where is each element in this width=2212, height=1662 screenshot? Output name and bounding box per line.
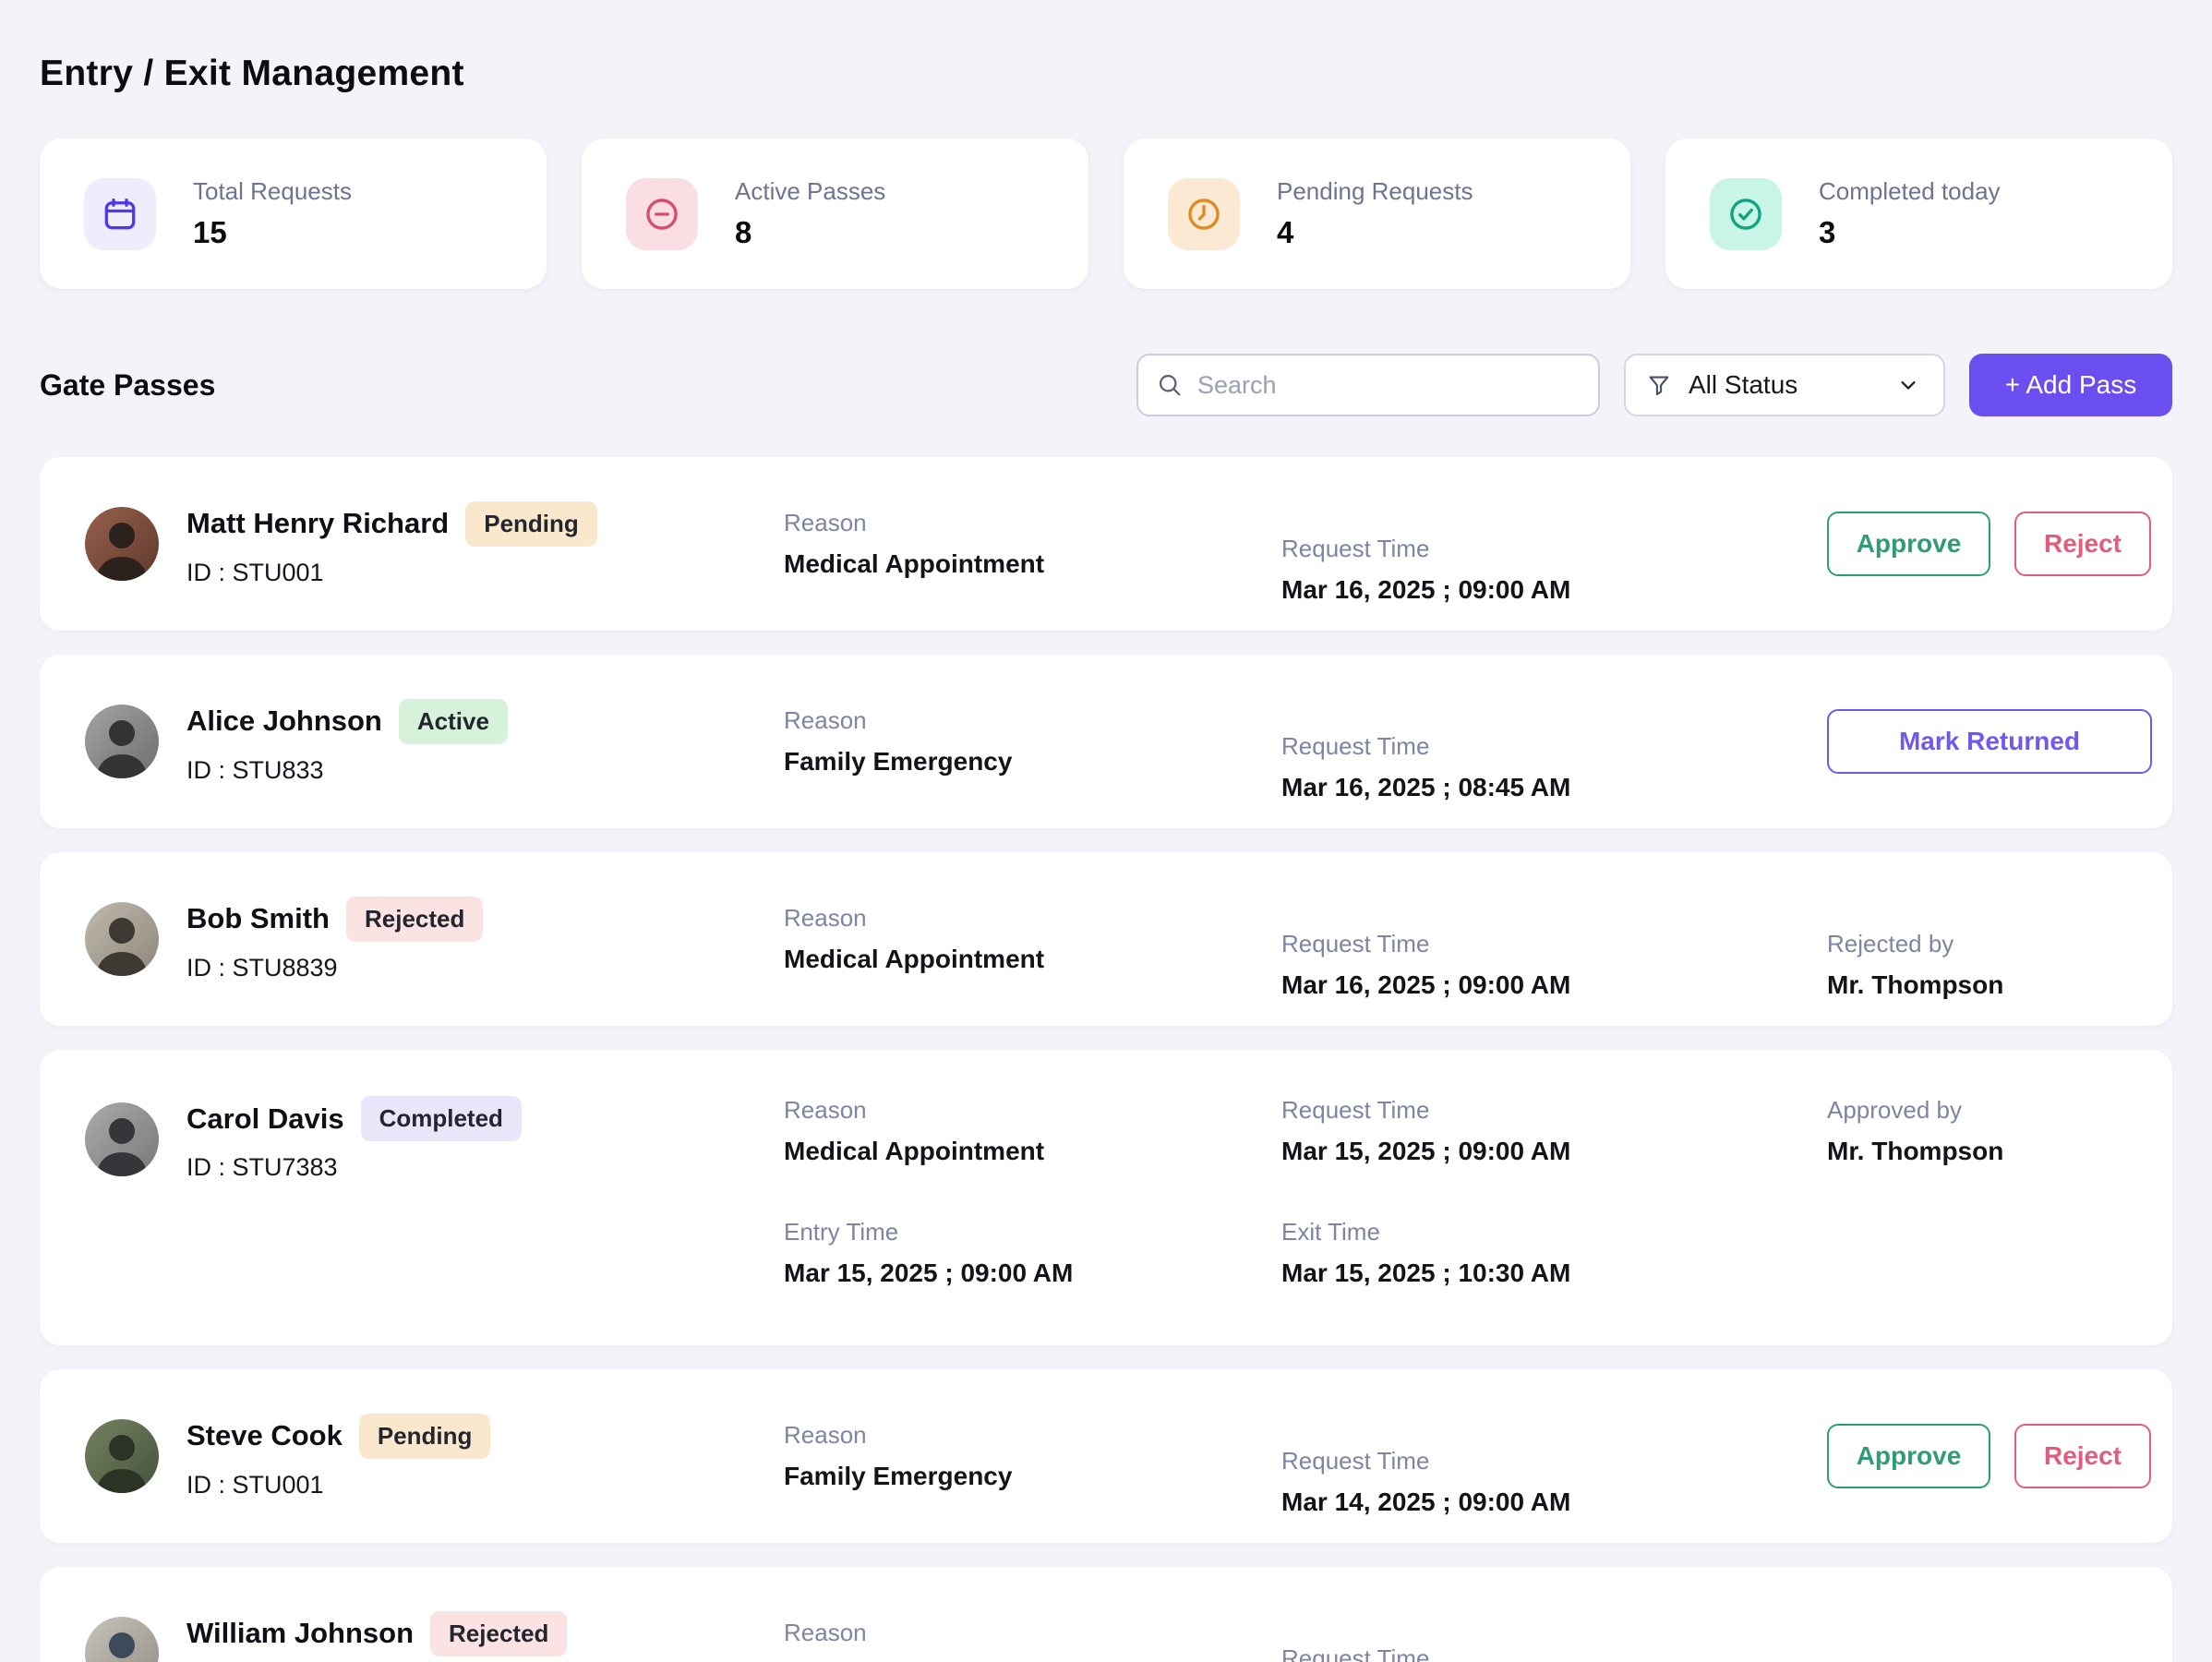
check-circle-icon (1710, 178, 1782, 250)
stat-value: 8 (735, 215, 885, 250)
person-cell: William Johnson Rejected ID : STU536 (85, 1611, 784, 1662)
person-id: ID : STU7383 (186, 1153, 522, 1182)
rejected-by-field: Rejected by Mr. Thompson (1827, 930, 2134, 1000)
gate-pass-row: Alice Johnson Active ID : STU833 Reason … (40, 655, 2172, 828)
stat-card-completed-today: Completed today 3 (1665, 138, 2172, 289)
search-input[interactable] (1136, 354, 1600, 416)
search-box (1136, 354, 1600, 416)
reason-field: Reason Medical Appointment (784, 509, 1281, 579)
person-name: Bob Smith (186, 902, 330, 935)
person-name: Carol Davis (186, 1102, 344, 1136)
person-id: ID : STU8839 (186, 954, 483, 982)
avatar (85, 507, 159, 581)
person-name: Alice Johnson (186, 705, 382, 738)
actions-cell: Approve Reject (1827, 1424, 2151, 1488)
stat-value: 15 (193, 215, 352, 250)
status-badge: Pending (359, 1414, 491, 1459)
avatar (85, 705, 159, 778)
reason-field: Reason Family Emergency (784, 1421, 1281, 1491)
person-cell: Alice Johnson Active ID : STU833 (85, 699, 784, 785)
request-time-field: Request Time Mar 13, 2025 ; 09:00 AM (1281, 1644, 1827, 1662)
filter-icon (1646, 372, 1672, 398)
avatar (85, 902, 159, 976)
person-cell: Bob Smith Rejected ID : STU8839 (85, 897, 784, 982)
person-id: ID : STU001 (186, 1471, 490, 1499)
minus-circle-icon (626, 178, 698, 250)
actions-cell: Approve Reject (1827, 512, 2151, 576)
add-pass-button[interactable]: + Add Pass (1969, 354, 2172, 416)
avatar (85, 1617, 159, 1662)
stat-label: Total Requests (193, 177, 352, 206)
stat-label: Pending Requests (1277, 177, 1473, 206)
gate-pass-row: Steve Cook Pending ID : STU001 Reason Fa… (40, 1369, 2172, 1543)
stat-label: Completed today (1819, 177, 2001, 206)
stat-card-pending-requests: Pending Requests 4 (1124, 138, 1630, 289)
reject-button[interactable]: Reject (2014, 1424, 2151, 1488)
entry-time-field: Entry Time Mar 15, 2025 ; 09:00 AM (784, 1218, 1281, 1288)
request-time-field: Request Time Mar 16, 2025 ; 08:45 AM (1281, 732, 1827, 802)
clock-icon (1168, 178, 1240, 250)
request-time-field: Request Time Mar 16, 2025 ; 09:00 AM (1281, 535, 1827, 605)
status-filter-value: All Status (1689, 370, 1797, 400)
chevron-down-icon (1895, 372, 1921, 398)
entry-exit-management-page: Entry / Exit Management Total Requests 1… (0, 0, 2212, 1662)
reason-field: Reason Medical Appointment (784, 1096, 1281, 1166)
request-time-field: Request Time Mar 16, 2025 ; 09:00 AM (1281, 930, 1827, 1000)
person-cell: Steve Cook Pending ID : STU001 (85, 1414, 784, 1499)
person-id: ID : STU833 (186, 756, 508, 785)
person-name: Matt Henry Richard (186, 507, 449, 540)
gate-pass-row: Carol Davis Completed ID : STU7383 Reaso… (40, 1050, 2172, 1345)
person-name: William Johnson (186, 1617, 414, 1650)
stats-row: Total Requests 15 Active Passes 8 (40, 138, 2172, 289)
stat-card-active-passes: Active Passes 8 (582, 138, 1088, 289)
gate-pass-row: William Johnson Rejected ID : STU536 Rea… (40, 1567, 2172, 1662)
actions-cell: Mark Returned (1827, 709, 2152, 774)
reason-field: Reason Family Emergency (784, 706, 1281, 777)
stat-card-total-requests: Total Requests 15 (40, 138, 547, 289)
status-badge: Completed (361, 1096, 522, 1141)
person-id: ID : STU001 (186, 559, 597, 587)
gate-pass-list: Matt Henry Richard Pending ID : STU001 R… (40, 457, 2172, 1662)
stat-value: 4 (1277, 215, 1473, 250)
reason-field: Reason Medical Appointment (784, 904, 1281, 974)
person-name: Steve Cook (186, 1419, 343, 1452)
status-badge: Active (399, 699, 508, 744)
section-title: Gate Passes (40, 368, 215, 403)
stat-value: 3 (1819, 215, 2001, 250)
status-badge: Rejected (346, 897, 483, 942)
avatar (85, 1419, 159, 1493)
status-badge: Pending (465, 501, 597, 547)
reject-button[interactable]: Reject (2014, 512, 2151, 576)
mark-returned-button[interactable]: Mark Returned (1827, 709, 2152, 774)
toolbar: All Status + Add Pass (1136, 354, 2172, 416)
gate-passes-header: Gate Passes All Status + Add Pass (40, 354, 2172, 416)
approve-button[interactable]: Approve (1827, 512, 1990, 576)
person-cell: Matt Henry Richard Pending ID : STU001 (85, 501, 784, 587)
person-cell: Carol Davis Completed ID : STU7383 (85, 1096, 784, 1182)
page-title: Entry / Exit Management (40, 0, 2172, 94)
gate-pass-row: Matt Henry Richard Pending ID : STU001 R… (40, 457, 2172, 631)
reason-field: Reason Sports Event (784, 1619, 1281, 1662)
status-badge: Rejected (430, 1611, 567, 1656)
stat-label: Active Passes (735, 177, 885, 206)
exit-time-field: Exit Time Mar 15, 2025 ; 10:30 AM (1281, 1218, 1827, 1288)
search-icon (1157, 372, 1183, 398)
gate-pass-row: Bob Smith Rejected ID : STU8839 Reason M… (40, 852, 2172, 1026)
approve-button[interactable]: Approve (1827, 1424, 1990, 1488)
approved-by-field: Approved by Mr. Thompson (1827, 1096, 2134, 1166)
calendar-icon (84, 178, 156, 250)
status-filter-select[interactable]: All Status (1624, 354, 1945, 416)
request-time-field: Request Time Mar 14, 2025 ; 09:00 AM (1281, 1447, 1827, 1517)
request-time-field: Request Time Mar 15, 2025 ; 09:00 AM (1281, 1096, 1827, 1166)
avatar (85, 1102, 159, 1176)
